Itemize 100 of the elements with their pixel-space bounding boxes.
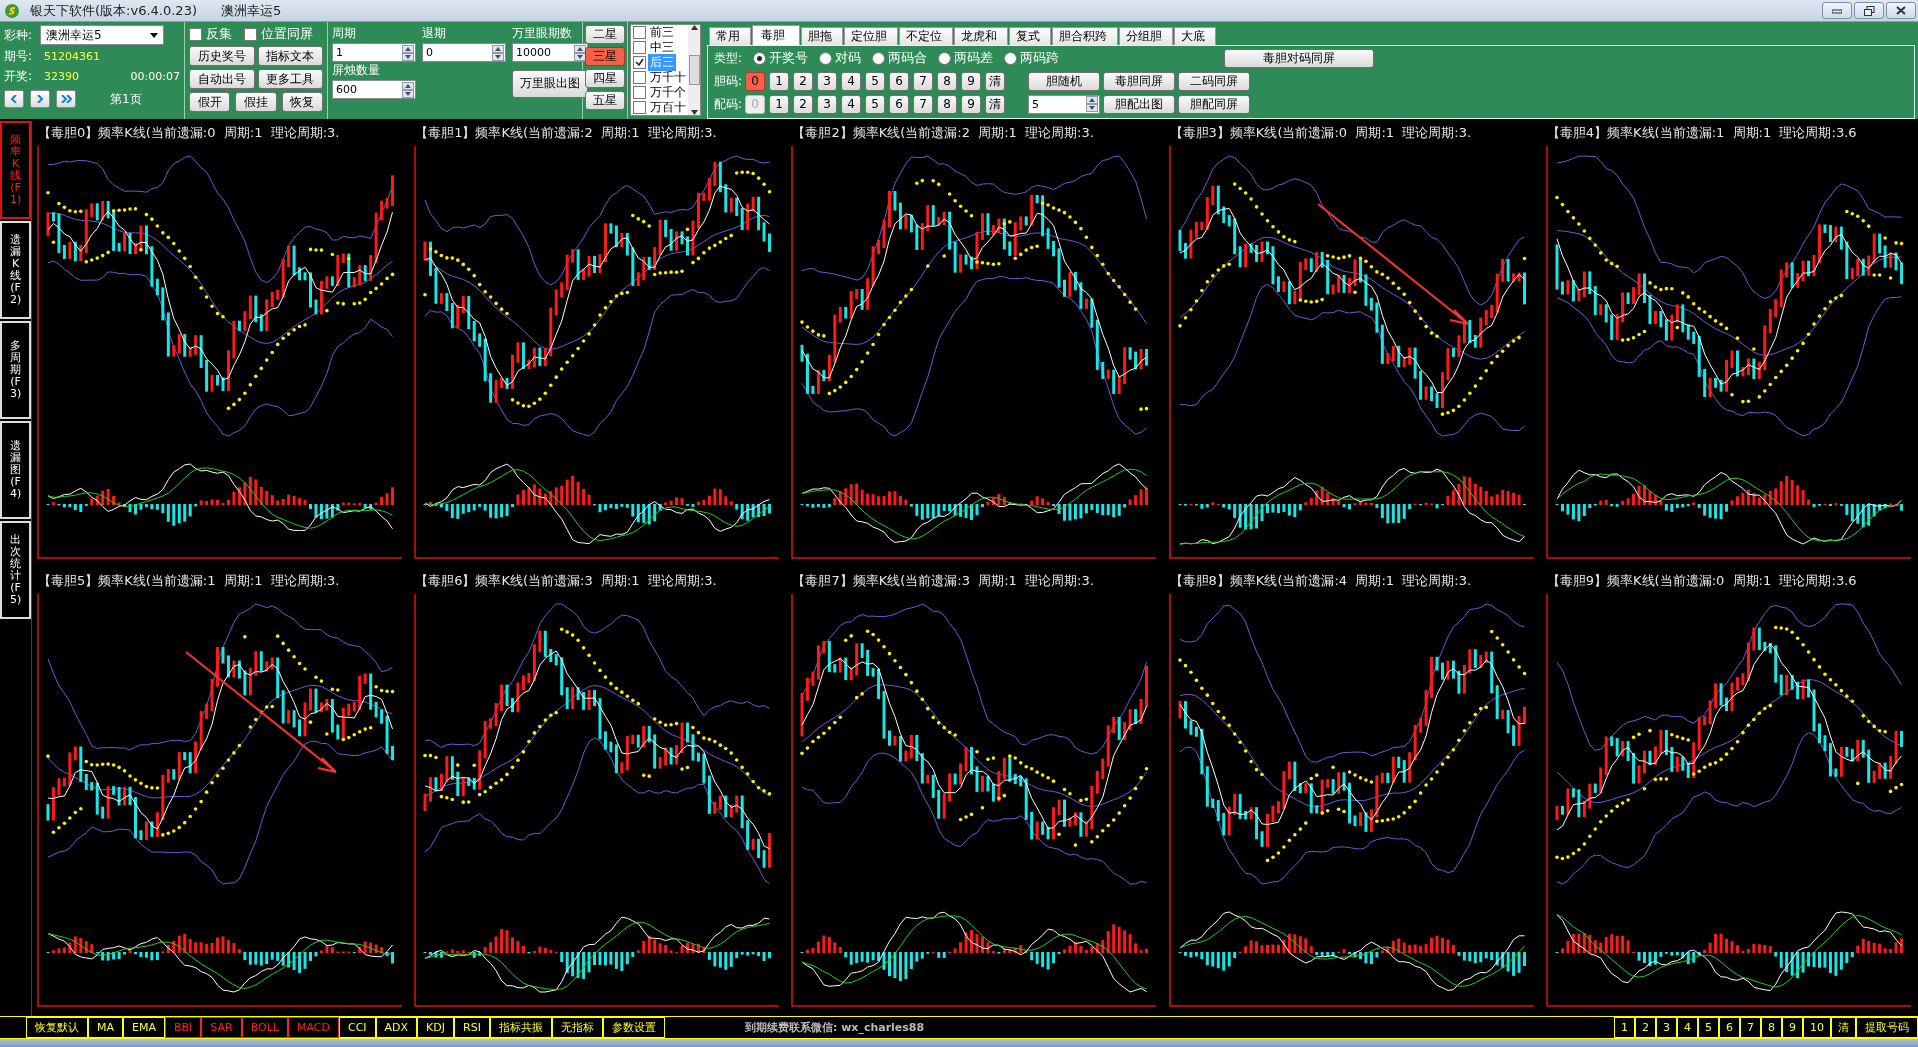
- indicator-button[interactable]: EMA: [123, 1017, 165, 1038]
- indicator-button[interactable]: 参数设置: [602, 1017, 665, 1038]
- number-spinner[interactable]: 5: [1028, 94, 1101, 114]
- indicator-button[interactable]: SAR: [201, 1017, 242, 1038]
- indicator-button[interactable]: 无指标: [551, 1017, 603, 1038]
- tool-button[interactable]: 历史奖号: [189, 46, 255, 66]
- tab[interactable]: 毒胆: [752, 25, 800, 45]
- tab[interactable]: 胆合积跨: [1052, 27, 1118, 45]
- checkbox[interactable]: [189, 27, 202, 41]
- checkbox[interactable]: [244, 27, 257, 41]
- clear-button[interactable]: 清: [985, 71, 1006, 91]
- indicator-button[interactable]: RSI: [454, 1017, 490, 1038]
- digit-button[interactable]: 2: [793, 71, 814, 91]
- digit-button[interactable]: 8: [937, 94, 958, 114]
- digit-button[interactable]: 4: [841, 71, 862, 91]
- checkbox[interactable]: [633, 56, 646, 69]
- number-spinner[interactable]: 1: [332, 43, 416, 62]
- tab[interactable]: 胆拖: [801, 27, 843, 45]
- number-button[interactable]: 2: [1635, 1017, 1656, 1038]
- digit-button[interactable]: 5: [865, 94, 886, 114]
- radio-button[interactable]: [872, 51, 886, 65]
- star-button[interactable]: 五星: [585, 91, 625, 110]
- number-button[interactable]: 5: [1698, 1017, 1719, 1038]
- checkbox[interactable]: [633, 71, 646, 84]
- checkbox[interactable]: [633, 86, 646, 99]
- star-button[interactable]: 四星: [585, 69, 625, 88]
- radio-button[interactable]: [1004, 51, 1018, 65]
- number-button[interactable]: 10: [1803, 1017, 1831, 1038]
- tool-button[interactable]: 更多工具: [257, 69, 323, 89]
- tab[interactable]: 大底: [1174, 27, 1216, 45]
- number-button[interactable]: 4: [1677, 1017, 1698, 1038]
- digit-button[interactable]: 3: [817, 94, 838, 114]
- radio-button[interactable]: [753, 51, 767, 65]
- indicator-button[interactable]: MA: [88, 1017, 123, 1038]
- tab[interactable]: 龙虎和: [954, 27, 1008, 45]
- digit-button[interactable]: 6: [889, 71, 910, 91]
- close-button[interactable]: [1886, 2, 1916, 19]
- number-button[interactable]: 7: [1740, 1017, 1761, 1038]
- tab[interactable]: 定位胆: [844, 27, 898, 45]
- action-button[interactable]: 胆配出图: [1103, 94, 1176, 114]
- side-tab[interactable]: 多周期(F3): [0, 321, 31, 419]
- list-item[interactable]: 万千十: [648, 69, 688, 86]
- side-tab[interactable]: 出次统计(F5): [0, 521, 31, 619]
- digit-button[interactable]: 9: [961, 94, 982, 114]
- number-spinner[interactable]: 600: [332, 80, 416, 99]
- digit-button[interactable]: 1: [769, 71, 790, 91]
- indicator-button[interactable]: BOLL: [241, 1017, 288, 1038]
- digit-button[interactable]: 5: [865, 71, 886, 91]
- lottery-dropdown[interactable]: 澳洲幸运5: [40, 25, 165, 45]
- radio-button[interactable]: [819, 51, 833, 65]
- action-button[interactable]: 毒胆对码同屏: [1224, 48, 1374, 68]
- checkbox[interactable]: [633, 41, 646, 54]
- tab[interactable]: 分组胆: [1119, 27, 1173, 45]
- digit-button[interactable]: 2: [793, 94, 814, 114]
- indicator-button[interactable]: CCI: [338, 1017, 376, 1038]
- scroll-down-icon[interactable]: [690, 110, 698, 115]
- side-tab[interactable]: 频率K线(F1): [0, 121, 31, 219]
- action-button[interactable]: 假开: [189, 92, 231, 112]
- restore-button[interactable]: [1854, 2, 1884, 19]
- tab[interactable]: 常用: [709, 27, 751, 45]
- action-button[interactable]: 恢复: [281, 92, 323, 112]
- action-button[interactable]: 毒胆同屏: [1103, 71, 1176, 91]
- previous-button[interactable]: [4, 90, 24, 108]
- clear-button[interactable]: 清: [985, 94, 1006, 114]
- digit-button[interactable]: 3: [817, 71, 838, 91]
- digit-button[interactable]: 8: [937, 71, 958, 91]
- digit-button[interactable]: 7: [913, 94, 934, 114]
- digit-button[interactable]: 6: [889, 94, 910, 114]
- last-page-button[interactable]: [56, 90, 76, 108]
- checkbox[interactable]: [633, 26, 646, 39]
- indicator-button[interactable]: KDJ: [417, 1017, 455, 1038]
- number-button[interactable]: 8: [1761, 1017, 1782, 1038]
- indicator-button[interactable]: BBI: [165, 1017, 202, 1038]
- radio-button[interactable]: [938, 51, 952, 65]
- checkbox[interactable]: [633, 101, 646, 114]
- indicator-button[interactable]: 恢复默认: [26, 1017, 88, 1038]
- tab[interactable]: 不定位: [899, 27, 953, 45]
- wanliyan-chart-button[interactable]: 万里眼出图: [512, 69, 588, 98]
- tab[interactable]: 复式: [1009, 27, 1051, 45]
- list-item[interactable]: 中三: [648, 39, 676, 56]
- number-button[interactable]: 9: [1782, 1017, 1803, 1038]
- tool-button[interactable]: 自动出号: [189, 69, 255, 89]
- action-button[interactable]: 胆随机: [1028, 71, 1101, 91]
- number-button[interactable]: 清: [1831, 1017, 1856, 1038]
- tool-button[interactable]: 指标文本: [257, 46, 323, 66]
- side-tab[interactable]: 遗漏K线(F2): [0, 221, 31, 319]
- indicator-button[interactable]: MACD: [287, 1017, 339, 1038]
- scroll-up-icon[interactable]: [690, 25, 698, 30]
- number-button[interactable]: 1: [1614, 1017, 1635, 1038]
- action-button[interactable]: 二码同屏: [1178, 71, 1251, 91]
- list-item[interactable]: 万千个: [648, 84, 688, 101]
- number-button[interactable]: 3: [1656, 1017, 1677, 1038]
- next-button[interactable]: [30, 90, 50, 108]
- list-item[interactable]: 前三: [648, 25, 676, 41]
- number-button[interactable]: 6: [1719, 1017, 1740, 1038]
- digit-button[interactable]: 4: [841, 94, 862, 114]
- indicator-button[interactable]: 指标共振: [489, 1017, 552, 1038]
- digit-button[interactable]: 0: [745, 71, 766, 91]
- star-button[interactable]: 二星: [585, 25, 625, 44]
- digit-button[interactable]: 7: [913, 71, 934, 91]
